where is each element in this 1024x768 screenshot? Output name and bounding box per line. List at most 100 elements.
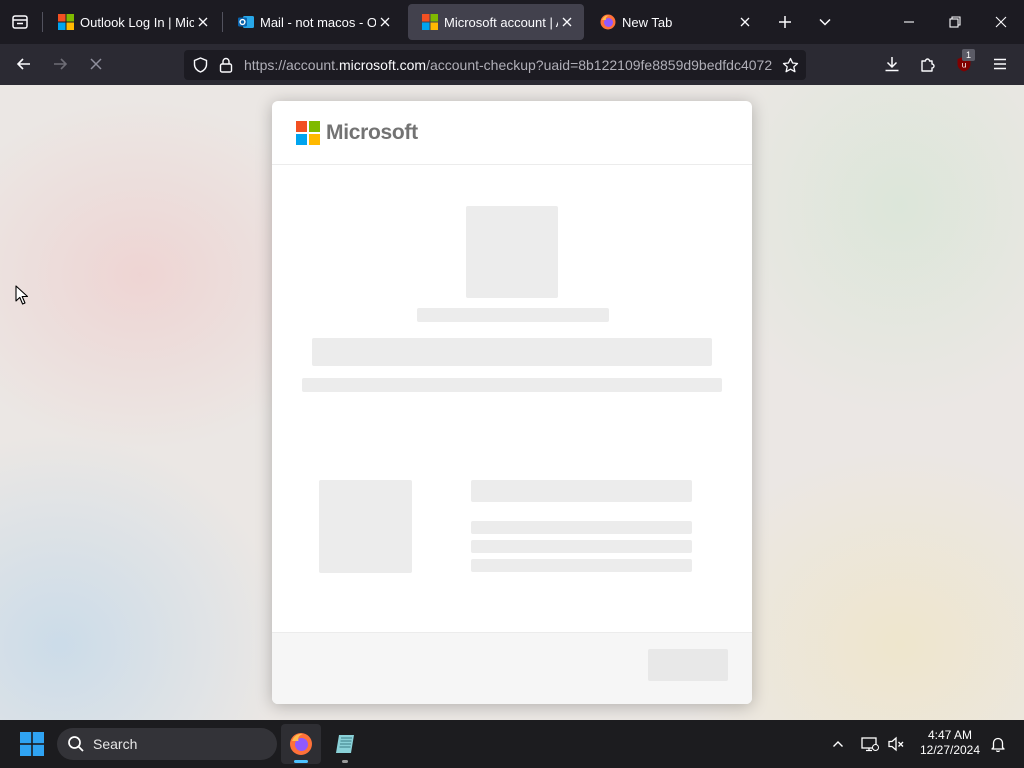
puzzle-icon xyxy=(921,58,935,72)
extensions-button[interactable] xyxy=(914,50,942,78)
url-path: /account-checkup?uaid=8b122109fe8859d9be… xyxy=(426,57,773,73)
ublock-extension-button[interactable]: u 1 xyxy=(950,49,978,78)
skeleton-button-placeholder xyxy=(648,649,728,681)
firefox-favicon-icon xyxy=(600,14,616,30)
bell-icon xyxy=(991,737,1005,752)
app-menu-button[interactable] xyxy=(986,50,1014,78)
tab-close-button[interactable] xyxy=(376,13,394,31)
hamburger-menu-icon xyxy=(994,58,1006,70)
tab-close-button[interactable] xyxy=(558,13,576,31)
close-icon xyxy=(995,16,1007,28)
active-app-indicator xyxy=(294,760,308,763)
microsoft-favicon-icon xyxy=(422,14,438,30)
skeleton-heading-placeholder xyxy=(312,338,712,366)
card-footer xyxy=(272,632,752,704)
tab-list-button[interactable] xyxy=(8,10,32,34)
tab-title: New Tab xyxy=(622,14,673,30)
chevron-up-icon xyxy=(833,741,843,747)
shield-icon xyxy=(193,57,207,73)
close-icon xyxy=(380,17,390,27)
start-button[interactable] xyxy=(14,728,50,760)
tab-title: Outlook Log In | Microsoft xyxy=(80,14,194,30)
stop-loading-button[interactable] xyxy=(82,50,110,78)
search-icon xyxy=(68,736,84,752)
tab-outlook-login[interactable]: Outlook Log In | Microsoft xyxy=(44,4,220,40)
search-label: Search xyxy=(93,736,138,752)
bookmark-button[interactable] xyxy=(778,53,802,77)
tab-title: Mail - not macos - Outlook xyxy=(260,14,376,30)
notepad-app-icon xyxy=(336,735,354,753)
skeleton-image-placeholder xyxy=(466,206,558,298)
site-info-button[interactable] xyxy=(214,53,238,77)
downloads-button[interactable] xyxy=(878,50,906,78)
microsoft-favicon-icon xyxy=(58,14,74,30)
network-status-button[interactable] xyxy=(858,732,882,756)
list-all-tabs-button[interactable] xyxy=(812,10,838,34)
close-icon xyxy=(198,17,208,27)
url-text[interactable]: https://account.microsoft.com/account-ch… xyxy=(244,50,774,80)
url-bar[interactable]: https://account.microsoft.com/account-ch… xyxy=(184,50,806,80)
stop-icon xyxy=(90,58,102,70)
tab-separator xyxy=(42,12,43,32)
card-header: Microsoft xyxy=(272,101,752,165)
tab-strip: Outlook Log In | Microsoft Mail - not ma… xyxy=(0,0,1024,44)
show-hidden-icons-button[interactable] xyxy=(826,732,850,756)
new-tab-button[interactable] xyxy=(772,10,798,34)
restore-button[interactable] xyxy=(938,6,972,38)
arrow-right-icon xyxy=(54,58,68,70)
clock-time: 4:47 AM xyxy=(927,728,973,742)
skeleton-line-placeholder xyxy=(471,521,692,534)
outlook-favicon-icon xyxy=(238,16,254,28)
taskbar-app-button[interactable] xyxy=(325,724,365,764)
forward-button[interactable] xyxy=(46,50,74,78)
firefox-icon xyxy=(290,733,312,755)
page-content: Microsoft xyxy=(0,85,1024,720)
chevron-down-icon xyxy=(819,18,831,26)
close-icon xyxy=(562,17,572,27)
tab-close-button[interactable] xyxy=(194,13,212,31)
account-checkup-card: Microsoft xyxy=(272,101,752,704)
tab-close-button[interactable] xyxy=(736,13,754,31)
skeleton-title-placeholder xyxy=(417,308,609,322)
skeleton-text-placeholder xyxy=(302,378,722,392)
system-clock[interactable]: 4:47 AM 12/27/2024 xyxy=(914,728,986,758)
url-prefix: https://account. xyxy=(244,57,339,73)
minimize-icon xyxy=(904,21,914,23)
download-icon xyxy=(885,57,899,72)
tab-title: Microsoft account | Account xyxy=(444,14,558,30)
url-domain: microsoft.com xyxy=(338,57,427,73)
navigation-toolbar: https://account.microsoft.com/account-ch… xyxy=(0,44,1024,85)
tab-separator xyxy=(222,12,223,32)
restore-icon xyxy=(949,16,961,28)
minimize-button[interactable] xyxy=(892,6,926,38)
skeleton-line-placeholder xyxy=(471,559,692,572)
tab-microsoft-account[interactable]: Microsoft account | Account xyxy=(408,4,584,40)
clock-date: 12/27/2024 xyxy=(919,743,981,757)
tab-outlook-mail[interactable]: Mail - not macos - Outlook xyxy=(224,4,402,40)
star-icon xyxy=(782,57,798,72)
skeleton-thumbnail-placeholder xyxy=(319,480,412,573)
microsoft-logo-icon xyxy=(296,120,320,145)
skeleton-line-placeholder xyxy=(471,480,692,502)
tab-list-icon xyxy=(12,15,28,29)
lock-icon xyxy=(219,57,233,73)
windows-taskbar: Search 4:47 AM 12/27/2024 xyxy=(0,720,1024,768)
extension-badge: 1 xyxy=(962,49,975,61)
notifications-button[interactable] xyxy=(986,732,1010,756)
brand-name: Microsoft xyxy=(326,120,418,144)
tracking-protection-button[interactable] xyxy=(188,53,212,77)
close-icon xyxy=(740,17,750,27)
taskbar-firefox-button[interactable] xyxy=(281,724,321,764)
skeleton-line-placeholder xyxy=(471,540,692,553)
mouse-cursor-icon xyxy=(15,285,29,305)
back-button[interactable] xyxy=(10,50,38,78)
speaker-muted-icon xyxy=(888,736,904,752)
tab-new-tab[interactable]: New Tab xyxy=(586,4,762,40)
taskbar-search-box[interactable]: Search xyxy=(57,728,277,760)
windows-logo-icon xyxy=(20,732,44,756)
volume-button[interactable] xyxy=(884,732,908,756)
network-icon xyxy=(861,737,879,752)
close-window-button[interactable] xyxy=(984,6,1018,38)
open-app-indicator xyxy=(342,760,348,763)
plus-icon xyxy=(779,16,791,28)
